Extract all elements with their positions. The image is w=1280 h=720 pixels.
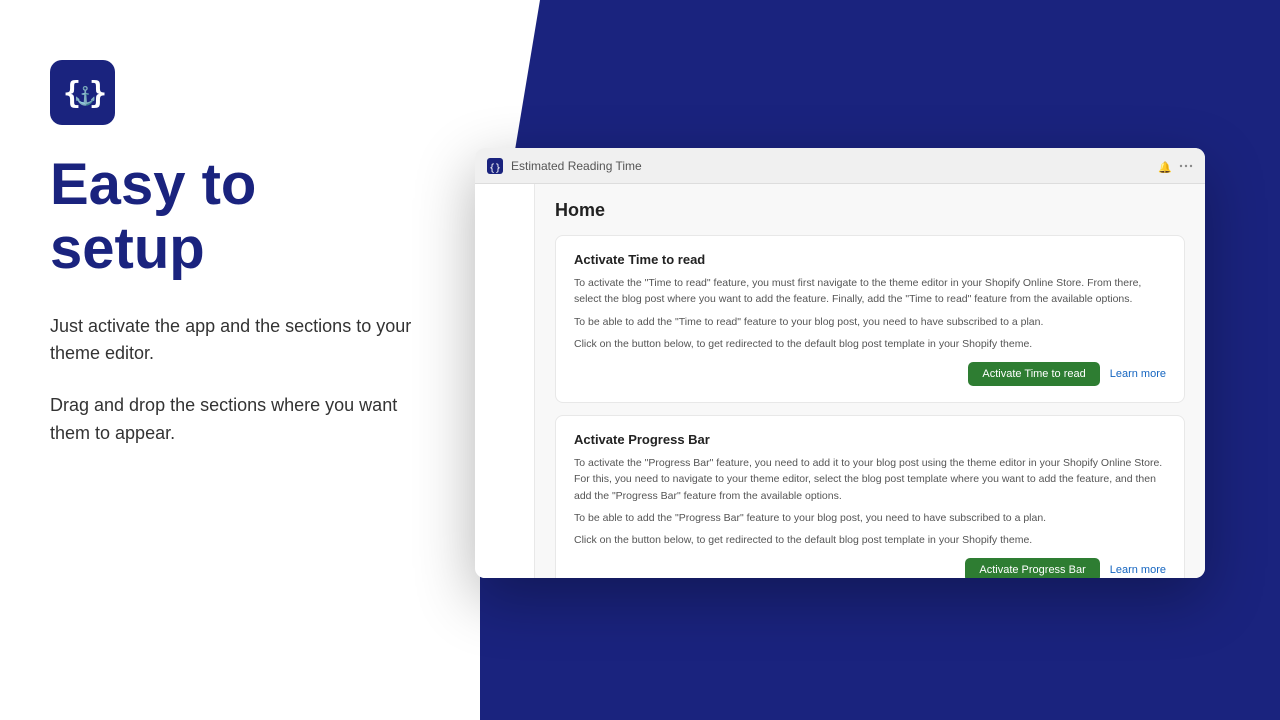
card1-text1: To activate the "Time to read" feature, … <box>574 275 1166 308</box>
description-para2: Drag and drop the sections where you wan… <box>50 392 430 448</box>
learn-more-time-button[interactable]: Learn more <box>1110 368 1166 380</box>
window-main: Home Activate Time to read To activate t… <box>535 184 1205 578</box>
window-controls: 🔔 <box>1157 159 1193 173</box>
activate-time-card: Activate Time to read To activate the "T… <box>555 235 1185 403</box>
home-heading: Home <box>555 200 1185 221</box>
app-window: {} Estimated Reading Time 🔔 Home Activat… <box>475 148 1205 578</box>
bell-icon: 🔔 <box>1157 159 1171 173</box>
left-panel: { } ⚓ Easy to setup Just activate the ap… <box>0 0 480 720</box>
svg-text:⚓: ⚓ <box>74 85 96 106</box>
activate-time-button[interactable]: Activate Time to read <box>968 362 1099 386</box>
window-titlebar: {} Estimated Reading Time 🔔 <box>475 148 1205 184</box>
card2-title: Activate Progress Bar <box>574 432 1166 447</box>
card1-text2: To be able to add the "Time to read" fea… <box>574 314 1166 330</box>
window-title: Estimated Reading Time <box>511 159 1149 173</box>
activate-progress-button[interactable]: Activate Progress Bar <box>965 558 1099 578</box>
learn-more-progress-button[interactable]: Learn more <box>1110 564 1166 576</box>
app-logo: { } ⚓ <box>50 60 115 125</box>
logo-icon: { } ⚓ <box>61 71 105 115</box>
more-icon <box>1179 159 1193 173</box>
window-body: Home Activate Time to read To activate t… <box>475 184 1205 578</box>
description-para1: Just activate the app and the sections t… <box>50 313 430 369</box>
card1-title: Activate Time to read <box>574 252 1166 267</box>
card2-text2: To be able to add the "Progress Bar" fea… <box>574 510 1166 526</box>
svg-text:{}: {} <box>489 163 501 174</box>
card1-text3: Click on the button below, to get redire… <box>574 336 1166 352</box>
card2-text1: To activate the "Progress Bar" feature, … <box>574 455 1166 504</box>
svg-text:🔔: 🔔 <box>1158 161 1171 173</box>
headline: Easy to setup <box>50 153 430 281</box>
card2-text3: Click on the button below, to get redire… <box>574 532 1166 548</box>
card2-actions: Activate Progress Bar Learn more <box>574 558 1166 578</box>
card1-actions: Activate Time to read Learn more <box>574 362 1166 386</box>
window-app-icon: {} <box>487 158 503 174</box>
activate-progress-card: Activate Progress Bar To activate the "P… <box>555 415 1185 578</box>
window-sidebar <box>475 184 535 578</box>
